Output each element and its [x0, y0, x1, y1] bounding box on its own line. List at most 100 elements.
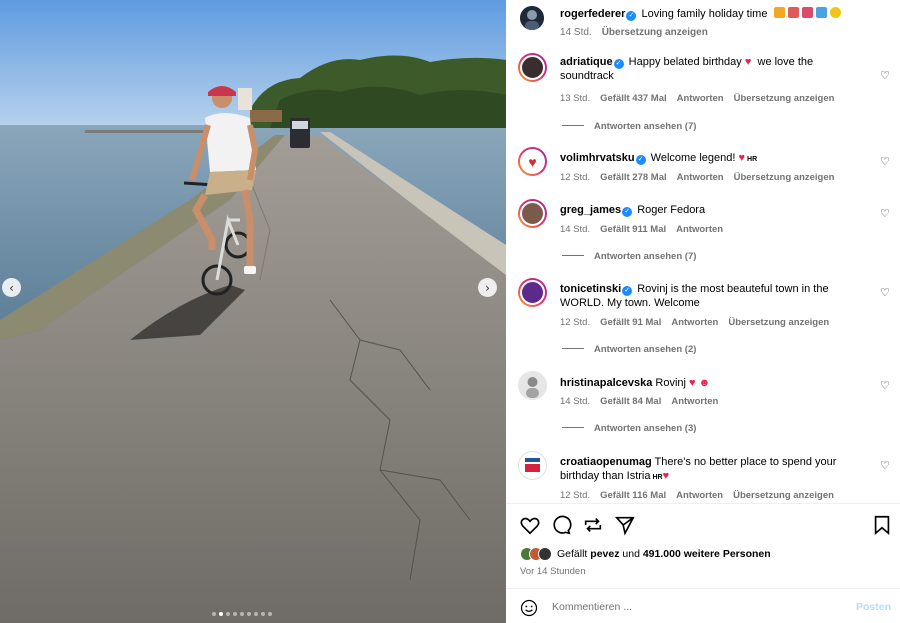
comment-username[interactable]: volimhrvatsku: [560, 152, 635, 164]
comment-avatar[interactable]: [518, 371, 547, 400]
post-caption: rogerfederer ✓ Loving family holiday time…: [506, 0, 900, 44]
comment-likes[interactable]: Gefällt 91 Mal: [600, 317, 661, 328]
caption-translate-link[interactable]: Übersetzung anzeigen: [602, 27, 708, 38]
translate-button[interactable]: Übersetzung anzeigen: [733, 490, 834, 501]
comment-meta: 14 Std. Gefällt 911 Mal Antworten: [560, 224, 733, 235]
comment-text: tonicetinski ✓ Rovinj is the most beautef…: [560, 282, 850, 310]
translate-button[interactable]: Übersetzung anzeigen: [728, 317, 829, 328]
carousel-dots: [212, 612, 272, 616]
translate-button[interactable]: Übersetzung anzeigen: [734, 172, 835, 183]
view-replies-button[interactable]: Antworten ansehen (7): [562, 121, 696, 132]
likes-user[interactable]: pevez: [590, 548, 619, 560]
heart-emoji-icon: ♥: [744, 56, 752, 68]
post-time: Vor 14 Stunden: [520, 566, 586, 577]
reply-button[interactable]: Antworten: [677, 93, 724, 104]
comment-body: Rovinj: [655, 377, 686, 389]
post-button[interactable]: Posten: [856, 601, 891, 613]
likes-count[interactable]: 491.000 weitere Personen: [643, 548, 771, 560]
reply-button[interactable]: Antworten: [677, 172, 724, 183]
comment-body: Happy belated birthday: [628, 56, 742, 68]
like-heart-icon[interactable]: ♡: [880, 155, 890, 168]
comment-username[interactable]: hristinapalcevska: [560, 377, 652, 389]
emoji-scooter-icon: [787, 7, 799, 18]
reply-button[interactable]: Antworten: [676, 490, 723, 501]
comment-avatar[interactable]: [518, 199, 547, 228]
view-replies-button[interactable]: Antworten ansehen (2): [562, 344, 696, 355]
like-heart-icon[interactable]: ♡: [880, 69, 890, 82]
emoji-bicycle-icon: [801, 7, 813, 18]
emoji-sunset-icon: [773, 7, 785, 18]
comment-avatar[interactable]: ♥: [518, 147, 547, 176]
comment-username[interactable]: tonicetinski: [560, 283, 621, 295]
heart-icon[interactable]: [519, 514, 541, 536]
carousel-dot: [247, 612, 251, 616]
comment-likes[interactable]: Gefällt 116 Mal: [600, 490, 666, 501]
action-bar: [506, 504, 900, 546]
view-replies-button[interactable]: Antworten ansehen (7): [562, 251, 696, 262]
verified-icon: ✓: [622, 207, 633, 217]
smile-icon[interactable]: [520, 599, 538, 617]
comment-time: 12 Std.: [560, 490, 591, 501]
reply-button[interactable]: Antworten: [671, 317, 718, 328]
comment-text: croatiaopenumag There's no better place …: [560, 455, 850, 485]
like-heart-icon[interactable]: ♡: [880, 459, 890, 472]
comment-time: 14 Std.: [560, 224, 591, 235]
chevron-left-icon: ‹: [9, 280, 14, 295]
flag-tag: HR: [747, 156, 758, 163]
comment-meta: 14 Std. Gefällt 84 Mal Antworten: [560, 396, 728, 407]
comment-text: hristinapalcevska Rovinj ♥ ☻: [560, 376, 860, 390]
comment-avatar[interactable]: [518, 278, 547, 307]
verified-icon: ✓: [626, 11, 637, 21]
carousel-dot: [240, 612, 244, 616]
caption-username[interactable]: rogerfederer: [560, 8, 625, 20]
reply-button[interactable]: Antworten: [676, 224, 723, 235]
comment-input[interactable]: [552, 598, 842, 616]
verified-icon: ✓: [613, 59, 624, 69]
comment-username[interactable]: croatiaopenumag: [560, 456, 652, 468]
carousel-prev-button[interactable]: ‹: [2, 278, 21, 297]
comment-avatar[interactable]: [518, 53, 547, 82]
comment-meta: 12 Std. Gefällt 116 Mal Antworten Übersetzu…: [560, 490, 844, 501]
comment-body: Roger Fedora: [637, 204, 706, 216]
comment-username[interactable]: greg_james: [560, 204, 621, 216]
comments-list[interactable]: adriatique ✓ Happy belated birthday ♥ we …: [506, 44, 900, 504]
like-heart-icon[interactable]: ♡: [880, 286, 890, 299]
comment-likes[interactable]: Gefällt 437 Mal: [600, 93, 667, 104]
photo-scene: [0, 0, 506, 623]
carousel-dot: [261, 612, 265, 616]
heart-emoji-icon: ♥: [738, 152, 746, 164]
flag-tag: HR: [652, 474, 663, 481]
like-heart-icon[interactable]: ♡: [880, 379, 890, 392]
comment-icon[interactable]: [550, 514, 572, 536]
carousel-dot: [226, 612, 230, 616]
likes-middle: und: [622, 548, 640, 560]
share-icon[interactable]: [582, 514, 604, 536]
comment-time: 12 Std.: [560, 172, 591, 183]
comment-composer: Posten: [506, 588, 900, 623]
comment-text: adriatique ✓ Happy belated birthday ♥ we …: [560, 55, 860, 83]
likes-summary[interactable]: Gefällt pevez und 491.000 weitere Person…: [520, 547, 771, 561]
chevron-right-icon: ›: [485, 280, 490, 295]
like-heart-icon[interactable]: ♡: [880, 207, 890, 220]
heart-emoji-icon: ♥: [689, 377, 696, 389]
carousel-next-button[interactable]: ›: [478, 278, 497, 297]
carousel-dot: [268, 612, 272, 616]
caption-text: Loving family holiday time: [641, 8, 768, 20]
carousel-dot: [212, 612, 216, 616]
view-replies-button[interactable]: Antworten ansehen (3): [562, 423, 696, 434]
translate-button[interactable]: Übersetzung anzeigen: [734, 93, 835, 104]
comment-likes[interactable]: Gefällt 911 Mal: [600, 224, 666, 235]
comment-likes[interactable]: Gefällt 84 Mal: [600, 396, 661, 407]
author-avatar[interactable]: [520, 6, 544, 30]
comment-avatar[interactable]: [518, 451, 547, 480]
bookmark-icon[interactable]: [871, 514, 893, 536]
carousel-dot: [254, 612, 258, 616]
heart-emoji-icon: ♥: [662, 470, 670, 482]
post-photo[interactable]: ‹ ›: [0, 0, 506, 623]
verified-icon: ✓: [635, 155, 646, 165]
reply-button[interactable]: Antworten: [671, 396, 718, 407]
comment-time: 14 Std.: [560, 396, 591, 407]
comment-likes[interactable]: Gefällt 278 Mal: [600, 172, 667, 183]
send-icon[interactable]: [614, 514, 636, 536]
comment-username[interactable]: adriatique: [560, 56, 613, 68]
